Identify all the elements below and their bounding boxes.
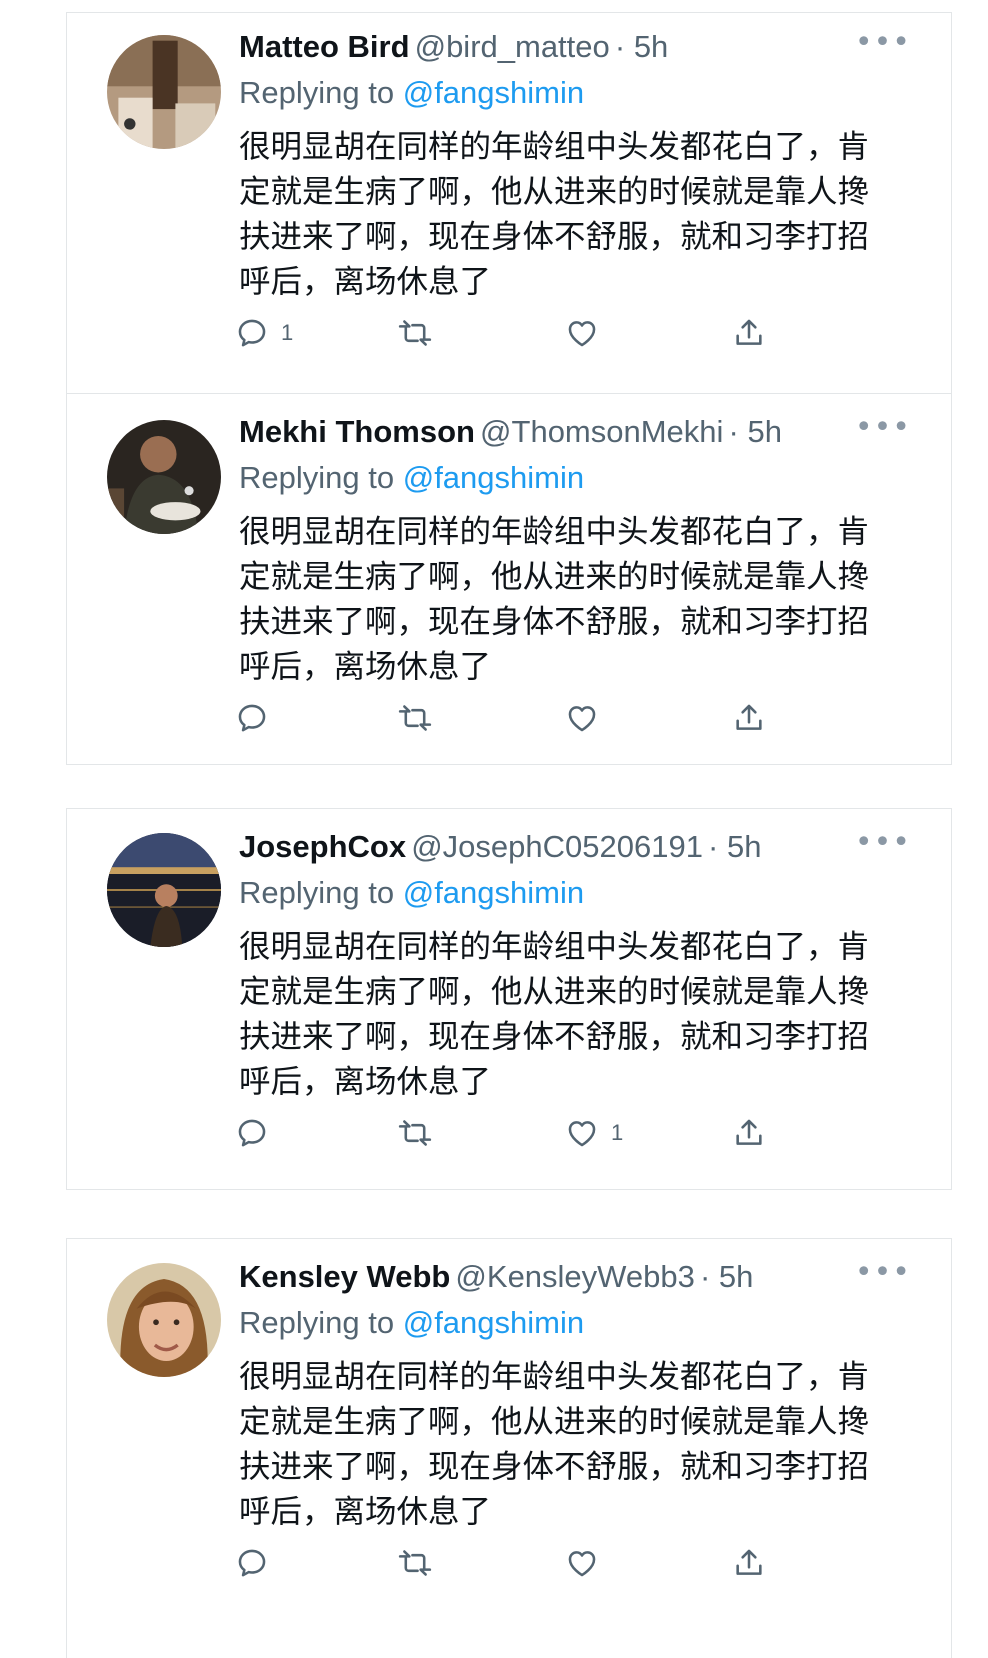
tweet-card[interactable]: JosephCox @JosephC05206191 · 5h ••• Repl… [66, 808, 952, 1190]
author-name[interactable]: Matteo Bird [239, 29, 410, 64]
timestamp[interactable]: 5h [747, 414, 781, 449]
replying-to-label: Replying to [239, 75, 395, 110]
like-button[interactable]: 1 [565, 1113, 623, 1153]
like-button[interactable] [565, 1543, 611, 1583]
avatar[interactable] [107, 1263, 221, 1377]
replying-to: Replying to @fangshimin [239, 875, 584, 911]
reply-mention-link[interactable]: @fangshimin [403, 460, 584, 495]
avatar[interactable] [107, 420, 221, 534]
tweet-text: 很明显胡在同样的年龄组中头发都花白了，肯定就是生病了啊，他从进来的时候就是靠人搀… [239, 129, 870, 300]
tweet-text: 很明显胡在同样的年龄组中头发都花白了，肯定就是生病了啊，他从进来的时候就是靠人搀… [239, 514, 870, 685]
separator-dot: · [708, 829, 727, 864]
reply-button[interactable] [235, 1543, 281, 1583]
reply-icon [238, 704, 266, 732]
timestamp[interactable]: 5h [727, 829, 761, 864]
tweet-card[interactable]: Mekhi Thomson @ThomsonMekhi · 5h ••• Rep… [66, 393, 952, 765]
more-options-icon[interactable]: ••• [855, 825, 911, 860]
avatar-photo-dining-icon [107, 420, 221, 534]
author-name[interactable]: JosephCox [239, 829, 406, 864]
like-count: 1 [611, 1120, 624, 1145]
reply-mention-link[interactable]: @fangshimin [403, 1305, 584, 1340]
heart-icon [568, 1121, 596, 1147]
retweet-button[interactable] [398, 698, 444, 738]
share-button[interactable] [732, 313, 766, 353]
share-button[interactable] [732, 698, 766, 738]
tweet-card[interactable]: Matteo Bird @bird_matteo · 5h ••• Replyi… [66, 12, 952, 394]
author-handle[interactable]: @ThomsonMekhi [480, 414, 723, 449]
more-options-icon[interactable]: ••• [855, 25, 911, 60]
retweet-button[interactable] [398, 1113, 444, 1153]
separator-dot: · [699, 1259, 719, 1294]
avatar[interactable] [107, 833, 221, 947]
author-handle[interactable]: @JosephC05206191 [411, 829, 703, 864]
tweet-text: 很明显胡在同样的年龄组中头发都花白了，肯定就是生病了啊，他从进来的时候就是靠人搀… [239, 1359, 870, 1530]
avatar[interactable] [107, 35, 221, 149]
like-button[interactable] [565, 698, 611, 738]
share-icon [736, 319, 762, 345]
heart-icon [568, 706, 596, 732]
reply-button[interactable] [235, 1113, 281, 1153]
author-handle[interactable]: @bird_matteo [415, 29, 610, 64]
separator-dot: · [728, 414, 748, 449]
timestamp[interactable]: 5h [634, 29, 668, 64]
reply-button[interactable]: 1 [235, 313, 293, 353]
more-options-icon[interactable]: ••• [855, 410, 911, 445]
heart-icon [568, 1551, 596, 1577]
reply-icon [238, 1119, 266, 1147]
heart-icon [568, 321, 596, 347]
timestamp[interactable]: 5h [719, 1259, 753, 1294]
retweet-button[interactable] [398, 313, 444, 353]
author-name[interactable]: Mekhi Thomson [239, 414, 475, 449]
share-icon [736, 704, 762, 730]
reply-count: 1 [281, 320, 294, 345]
share-icon [736, 1549, 762, 1575]
avatar-photo-mirror-icon [107, 35, 221, 149]
reply-button[interactable] [235, 698, 281, 738]
share-button[interactable] [732, 1113, 766, 1153]
replying-to-label: Replying to [239, 1305, 395, 1340]
more-options-icon[interactable]: ••• [855, 1255, 911, 1290]
reply-mention-link[interactable]: @fangshimin [403, 875, 584, 910]
retweet-icon [398, 1550, 432, 1576]
retweet-icon [398, 320, 432, 346]
tweet-text: 很明显胡在同样的年龄组中头发都花白了，肯定就是生病了啊，他从进来的时候就是靠人搀… [239, 929, 870, 1100]
replying-to: Replying to @fangshimin [239, 1305, 584, 1341]
reply-mention-link[interactable]: @fangshimin [403, 75, 584, 110]
like-button[interactable] [565, 313, 611, 353]
share-icon [736, 1119, 762, 1145]
retweet-icon [398, 1120, 432, 1146]
retweet-icon [398, 705, 432, 731]
author-name[interactable]: Kensley Webb [239, 1259, 450, 1294]
separator-dot: · [614, 29, 634, 64]
replying-to-label: Replying to [239, 875, 395, 910]
retweet-button[interactable] [398, 1543, 444, 1583]
share-button[interactable] [732, 1543, 766, 1583]
avatar-photo-night-river-icon [107, 833, 221, 947]
avatar-photo-portrait-icon [107, 1263, 221, 1377]
author-handle[interactable]: @KensleyWebb3 [455, 1259, 694, 1294]
tweet-card[interactable]: Kensley Webb @KensleyWebb3 · 5h ••• Repl… [66, 1238, 952, 1658]
replying-to-label: Replying to [239, 460, 395, 495]
reply-icon [238, 1549, 266, 1577]
replying-to: Replying to @fangshimin [239, 460, 584, 496]
replying-to: Replying to @fangshimin [239, 75, 584, 111]
reply-icon [238, 319, 266, 347]
